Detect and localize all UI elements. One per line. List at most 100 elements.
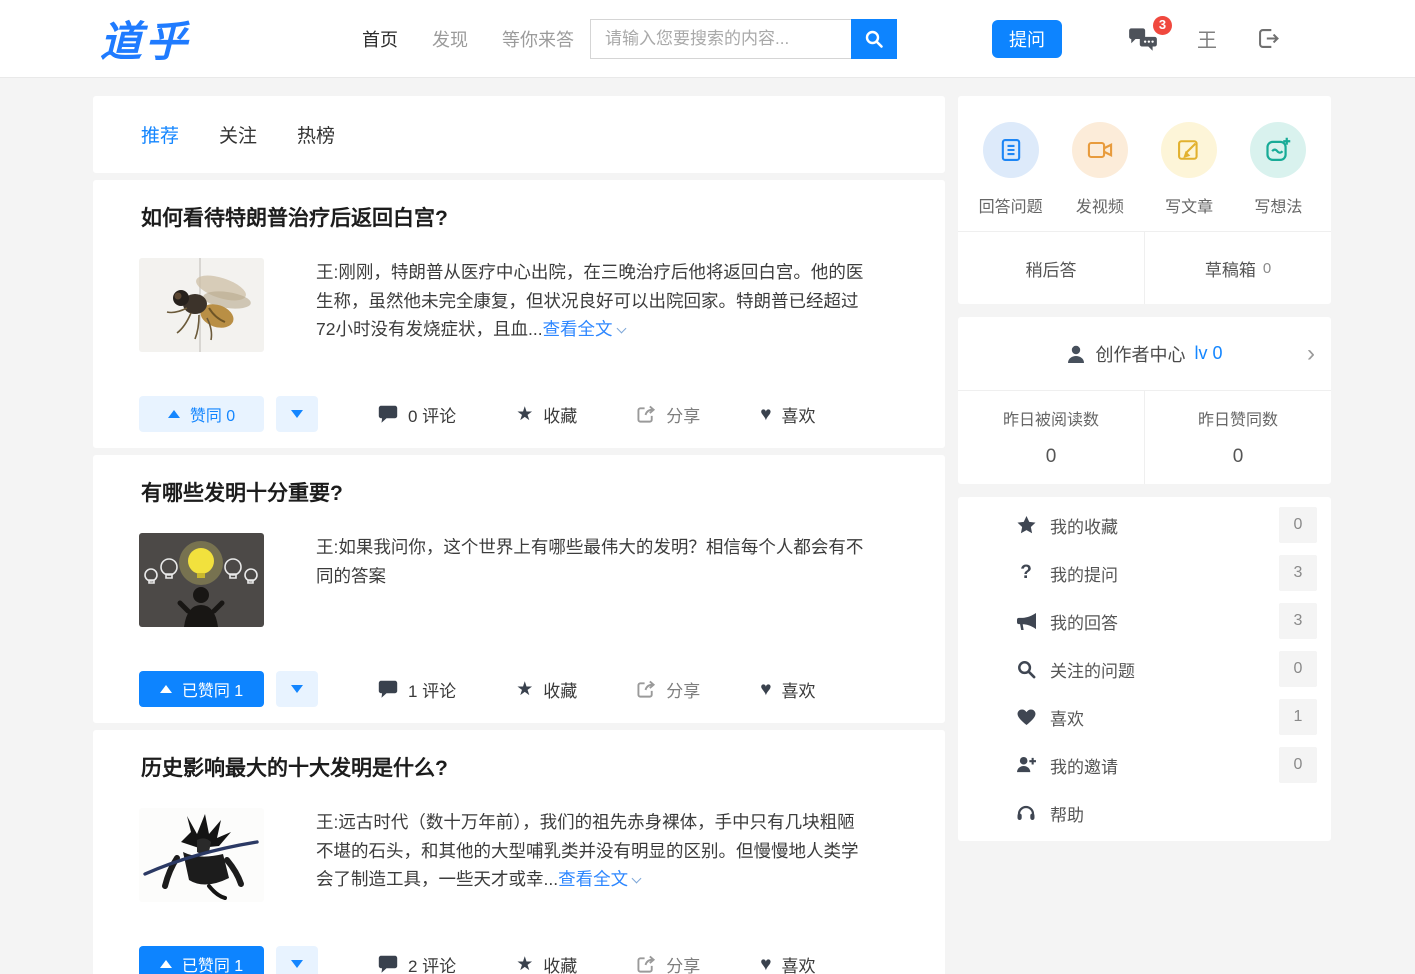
collect-label: 收藏 (543, 677, 577, 702)
site-logo[interactable]: 道乎 (100, 8, 190, 69)
question-actions: 已赞同 1 1 评论 ★ 收藏 (139, 671, 897, 707)
question-title[interactable]: 有哪些发明十分重要? (141, 477, 897, 507)
answer-later-button[interactable]: 稍后答 (958, 232, 1144, 304)
share-button[interactable]: 分享 (637, 677, 700, 702)
count-badge: 3 (1279, 555, 1317, 591)
creator-center-label: 创作者中心 (1095, 341, 1185, 367)
triangle-up-icon (168, 410, 180, 418)
stat-label: 昨日赞同数 (1145, 406, 1331, 430)
chevron-right-icon: › (1307, 342, 1315, 366)
triangle-down-icon (291, 685, 303, 693)
comments-label: 1 评论 (408, 677, 456, 702)
navbar-user-area: 3 王 (1127, 24, 1282, 53)
post-video-button[interactable]: 发视频 (1055, 122, 1144, 217)
logout-icon[interactable] (1255, 25, 1282, 52)
menu-item[interactable]: 我的回答 3 (958, 597, 1331, 645)
menu-item-label: 我的回答 (1050, 609, 1279, 634)
feed-column: 推荐 关注 热榜 如何看待特朗普治疗后返回白宫? 王:刚刚，特朗普从医疗中心出院… (93, 96, 945, 974)
triangle-down-icon (291, 960, 303, 968)
question-thumbnail[interactable] (139, 808, 264, 902)
question-card: 有哪些发明十分重要? 王:如果我问你，这个世界上有哪些最伟大的发明？相信每个人都… (93, 455, 945, 723)
tab-recommended[interactable]: 推荐 (141, 121, 179, 148)
menu-item[interactable]: 帮助 (958, 789, 1331, 837)
question-icon: ? (1014, 562, 1038, 584)
ask-question-button[interactable]: 提问 (992, 20, 1062, 58)
search-bar (590, 19, 897, 59)
messages-button[interactable]: 3 (1127, 26, 1159, 52)
menu-item-label: 喜欢 (1050, 705, 1279, 730)
tab-following[interactable]: 关注 (219, 121, 257, 148)
count-badge: 0 (1279, 747, 1317, 783)
comments-button[interactable]: 1 评论 (378, 677, 456, 702)
chevron-down-icon (632, 874, 642, 884)
collect-label: 收藏 (543, 952, 577, 974)
downvote-button[interactable] (276, 946, 318, 974)
search-button[interactable] (851, 19, 897, 59)
question-excerpt: 王:刚刚，特朗普从医疗中心出院，在三晚治疗后他将返回白宫。他的医生称，虽然他未完… (316, 258, 872, 352)
share-button[interactable]: 分享 (637, 952, 700, 974)
comment-bubble-icon (378, 405, 398, 424)
nav-home[interactable]: 首页 (362, 26, 398, 52)
post-video-label: 发视频 (1076, 193, 1124, 217)
creator-panel: 创作者中心 lv 0 › 昨日被阅读数 0 昨日赞同数 0 (958, 317, 1331, 484)
heart-icon (1014, 709, 1038, 726)
downvote-button[interactable] (276, 671, 318, 707)
question-actions: 赞同 0 0 评论 ★ 收藏 (139, 396, 897, 432)
write-idea-button[interactable]: 写想法 (1234, 122, 1323, 217)
nav-discover[interactable]: 发现 (432, 26, 468, 52)
like-label: 喜欢 (782, 402, 816, 427)
nav-waiting-answer[interactable]: 等你来答 (502, 26, 574, 52)
collect-button[interactable]: ★ 收藏 (516, 402, 577, 427)
main-nav: 首页 发现 等你来答 (362, 26, 574, 52)
read-more-label: 查看全文 (558, 869, 628, 889)
question-thumbnail[interactable] (139, 258, 264, 352)
triangle-up-icon (160, 960, 172, 968)
drafts-button[interactable]: 草稿箱 0 (1144, 232, 1331, 304)
share-icon (637, 680, 656, 699)
menu-item-label: 帮助 (1050, 801, 1317, 826)
search-input[interactable] (590, 19, 851, 59)
like-label: 喜欢 (782, 677, 816, 702)
comments-button[interactable]: 0 评论 (378, 402, 456, 427)
share-button[interactable]: 分享 (637, 402, 700, 427)
upvote-button[interactable]: 已赞同 1 (139, 671, 264, 707)
read-more-link[interactable]: 查看全文 (543, 319, 625, 339)
create-answer-button[interactable]: 回答问题 (966, 122, 1055, 217)
share-icon (637, 955, 656, 974)
downvote-button[interactable] (276, 396, 318, 432)
menu-item[interactable]: 我的邀请 0 (958, 741, 1331, 789)
question-title[interactable]: 如何看待特朗普治疗后返回白宫? (141, 202, 897, 232)
sidebar: 回答问题 发视频 写文章 (958, 96, 1331, 854)
like-button[interactable]: ♥ 喜欢 (760, 952, 815, 974)
collect-button[interactable]: ★ 收藏 (516, 952, 577, 974)
comments-button[interactable]: 2 评论 (378, 952, 456, 974)
like-button[interactable]: ♥ 喜欢 (760, 402, 815, 427)
tab-hot[interactable]: 热榜 (297, 121, 335, 148)
chat-bubbles-icon (1127, 39, 1159, 56)
upvote-button[interactable]: 赞同 0 (139, 396, 264, 432)
comment-bubble-icon (378, 680, 398, 699)
write-article-button[interactable]: 写文章 (1145, 122, 1234, 217)
like-button[interactable]: ♥ 喜欢 (760, 677, 815, 702)
upvote-label: 赞同 0 (190, 402, 235, 426)
read-more-link[interactable]: 查看全文 (558, 869, 640, 889)
chevron-down-icon (616, 324, 626, 334)
triangle-down-icon (291, 410, 303, 418)
menu-item[interactable]: 关注的问题 0 (958, 645, 1331, 693)
count-badge: 1 (1279, 699, 1317, 735)
upvote-button[interactable]: 已赞同 1 (139, 946, 264, 974)
menu-item[interactable]: 喜欢 1 (958, 693, 1331, 741)
stat-yesterday-upvotes: 昨日赞同数 0 (1144, 391, 1331, 484)
username[interactable]: 王 (1197, 24, 1217, 53)
menu-item[interactable]: ? 我的提问 3 (958, 549, 1331, 597)
menu-item[interactable]: 我的收藏 0 (958, 501, 1331, 549)
question-excerpt: 王:如果我问你，这个世界上有哪些最伟大的发明？相信每个人都会有不同的答案 (316, 533, 872, 627)
heart-icon: ♥ (760, 955, 771, 974)
question-title[interactable]: 历史影响最大的十大发明是什么? (141, 752, 897, 782)
collect-button[interactable]: ★ 收藏 (516, 677, 577, 702)
message-count-badge: 3 (1153, 16, 1172, 35)
question-thumbnail[interactable] (139, 533, 264, 627)
stat-value: 0 (1145, 446, 1331, 468)
write-article-label: 写文章 (1165, 193, 1213, 217)
creator-center-link[interactable]: 创作者中心 lv 0 › (958, 317, 1331, 390)
